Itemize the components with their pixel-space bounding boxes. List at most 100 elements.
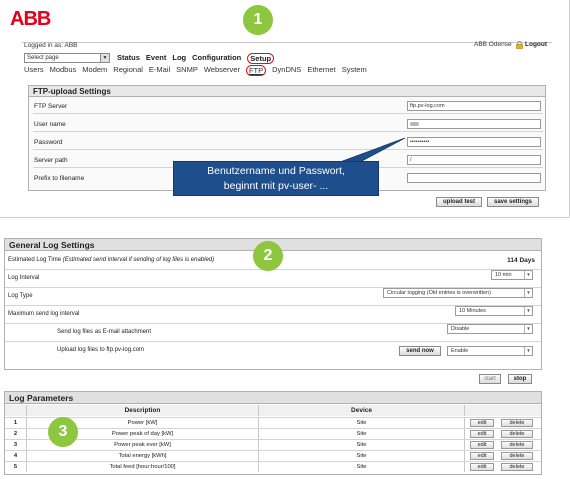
delete-button[interactable]: delete <box>501 463 533 471</box>
subnav-email[interactable]: E-Mail <box>149 65 170 76</box>
log-interval-value: 10 min <box>495 272 512 278</box>
ftp-server-input[interactable]: ftp.pv-log.com <box>407 101 541 111</box>
delete-button[interactable]: delete <box>501 452 533 460</box>
row-description: Total feed [hour:hour/100] <box>27 462 259 472</box>
logout-link[interactable]: Logout <box>525 41 547 48</box>
col-header-number <box>5 405 27 416</box>
email-attachment-value: Disable <box>451 326 470 332</box>
ftp-upload-row: Upload log files to ftp.pv-log.com send … <box>5 342 541 360</box>
page-select-value: Select page <box>27 55 59 61</box>
row-device: Site <box>259 440 465 450</box>
max-send-interval-label: Maximum send log interval <box>8 311 80 317</box>
callout-line-2: beginnt mit pv-user- ... <box>223 180 329 192</box>
delete-button[interactable]: delete <box>501 419 533 427</box>
chevron-down-icon: ▼ <box>100 54 109 62</box>
site-name: ABB Odense <box>474 41 512 48</box>
edit-button[interactable]: edit <box>470 463 494 471</box>
log-parameters-panel: Log Parameters Description Device 1 Powe… <box>4 391 542 475</box>
table-row: 3 Power peak ever [kW] Site edit delete <box>5 439 541 450</box>
subnav-dyndns[interactable]: DynDNS <box>272 65 301 76</box>
nav-log[interactable]: Log <box>172 53 186 64</box>
upload-test-button[interactable]: upload test <box>436 197 482 207</box>
edit-button[interactable]: edit <box>470 419 494 427</box>
nav-configuration[interactable]: Configuration <box>192 53 241 64</box>
subnav-regional[interactable]: Regional <box>113 65 143 76</box>
row-number: 4 <box>5 451 27 461</box>
row-number: 1 <box>5 418 27 428</box>
max-send-interval-select[interactable]: 10 Minutes ▼ <box>455 306 533 316</box>
email-attachment-row: Send log files as E-mail attachment Disa… <box>5 324 541 342</box>
subnav-users[interactable]: Users <box>24 65 44 76</box>
subnav-ethernet[interactable]: Ethernet <box>307 65 335 76</box>
col-header-description: Description <box>27 405 259 416</box>
chevron-down-icon: ▼ <box>524 325 532 333</box>
row-description: Total energy [kWh] <box>27 451 259 461</box>
table-row: 1 Power [kW] Site edit delete <box>5 417 541 428</box>
log-type-label: Log Type <box>8 293 33 299</box>
col-header-device: Device <box>259 405 465 416</box>
abb-logo: ABB <box>10 8 51 30</box>
row-device: Site <box>259 429 465 439</box>
subnav-modbus[interactable]: Modbus <box>50 65 77 76</box>
log-interval-select[interactable]: 10 min ▼ <box>491 270 533 280</box>
prefix-label: Prefix to filename <box>34 175 85 182</box>
nav-setup[interactable]: Setup <box>247 53 275 64</box>
subnav-modem[interactable]: Modem <box>82 65 107 76</box>
start-button[interactable]: start <box>479 374 501 384</box>
callout-line-1: Benutzername und Passwort, <box>207 165 345 177</box>
prefix-input[interactable] <box>407 173 541 183</box>
row-device: Site <box>259 418 465 428</box>
estimated-log-time-label-wrap: Estimated Log Time (Estimated send inter… <box>8 257 214 263</box>
log-type-row: Log Type Circular logging (Old entries i… <box>5 288 541 306</box>
server-path-input[interactable]: / <box>407 155 541 165</box>
row-number: 2 <box>5 429 27 439</box>
email-attachment-label: Send log files as E-mail attachment <box>57 329 152 335</box>
delete-button[interactable]: delete <box>501 441 533 449</box>
subnav-ftp[interactable]: FTP <box>245 65 267 76</box>
username-input[interactable] <box>407 119 541 129</box>
col-header-actions <box>465 405 541 416</box>
chevron-down-icon: ▼ <box>524 289 532 297</box>
ftp-upload-value: Enable <box>451 348 469 354</box>
table-row: 4 Total energy [kWh] Site edit delete <box>5 450 541 461</box>
edit-button[interactable]: edit <box>470 441 494 449</box>
delete-button[interactable]: delete <box>501 430 533 438</box>
page-select[interactable]: Select page ▼ <box>24 53 110 63</box>
ftp-upload-select[interactable]: Enable ▼ <box>447 346 533 356</box>
nav-status[interactable]: Status <box>117 53 140 64</box>
header-divider <box>22 42 552 52</box>
email-attachment-select[interactable]: Disable ▼ <box>447 324 533 334</box>
log-type-select[interactable]: Circular logging (Old entries is overwri… <box>383 288 533 298</box>
logged-in-text: Logged in as: ABB <box>24 42 78 49</box>
nav-event[interactable]: Event <box>146 53 166 64</box>
subnav-snmp[interactable]: SNMP <box>176 65 198 76</box>
server-path-label: Server path <box>34 157 68 164</box>
chevron-down-icon: ▼ <box>524 271 532 279</box>
ftp-username-row: User name <box>33 118 543 132</box>
estimated-log-time-value: 114 Days <box>507 257 535 264</box>
password-label: Password <box>34 139 63 146</box>
username-label: User name <box>34 121 66 128</box>
subnav-system[interactable]: System <box>342 65 367 76</box>
send-now-button[interactable]: send now <box>399 346 441 356</box>
row-device: Site <box>259 451 465 461</box>
main-nav: Status Event Log Configuration Setup <box>117 53 275 64</box>
edit-button[interactable]: edit <box>470 452 494 460</box>
stop-button[interactable]: stop <box>508 374 532 384</box>
edit-button[interactable]: edit <box>470 430 494 438</box>
estimated-log-time-note: (Estimated send interval if sending of l… <box>62 257 215 263</box>
password-input[interactable]: •••••••••• <box>407 137 541 147</box>
lock-icon <box>516 41 523 49</box>
save-settings-button[interactable]: save settings <box>487 197 539 207</box>
log-parameters-title: Log Parameters <box>5 392 541 404</box>
log-interval-label: Log Interval <box>8 275 40 281</box>
ftp-password-row: Password •••••••••• <box>33 136 543 150</box>
row-number: 3 <box>5 440 27 450</box>
step-marker-2: 2 <box>253 241 283 271</box>
step-marker-3: 3 <box>48 417 78 447</box>
subnav-webserver[interactable]: Webserver <box>204 65 240 76</box>
chevron-down-icon: ▼ <box>524 307 532 315</box>
log-interval-row: Log Interval 10 min ▼ <box>5 270 541 288</box>
table-row: 2 Power peak of day [kW] Site edit delet… <box>5 428 541 439</box>
ftp-panel-title: FTP-upload Settings <box>29 86 545 97</box>
